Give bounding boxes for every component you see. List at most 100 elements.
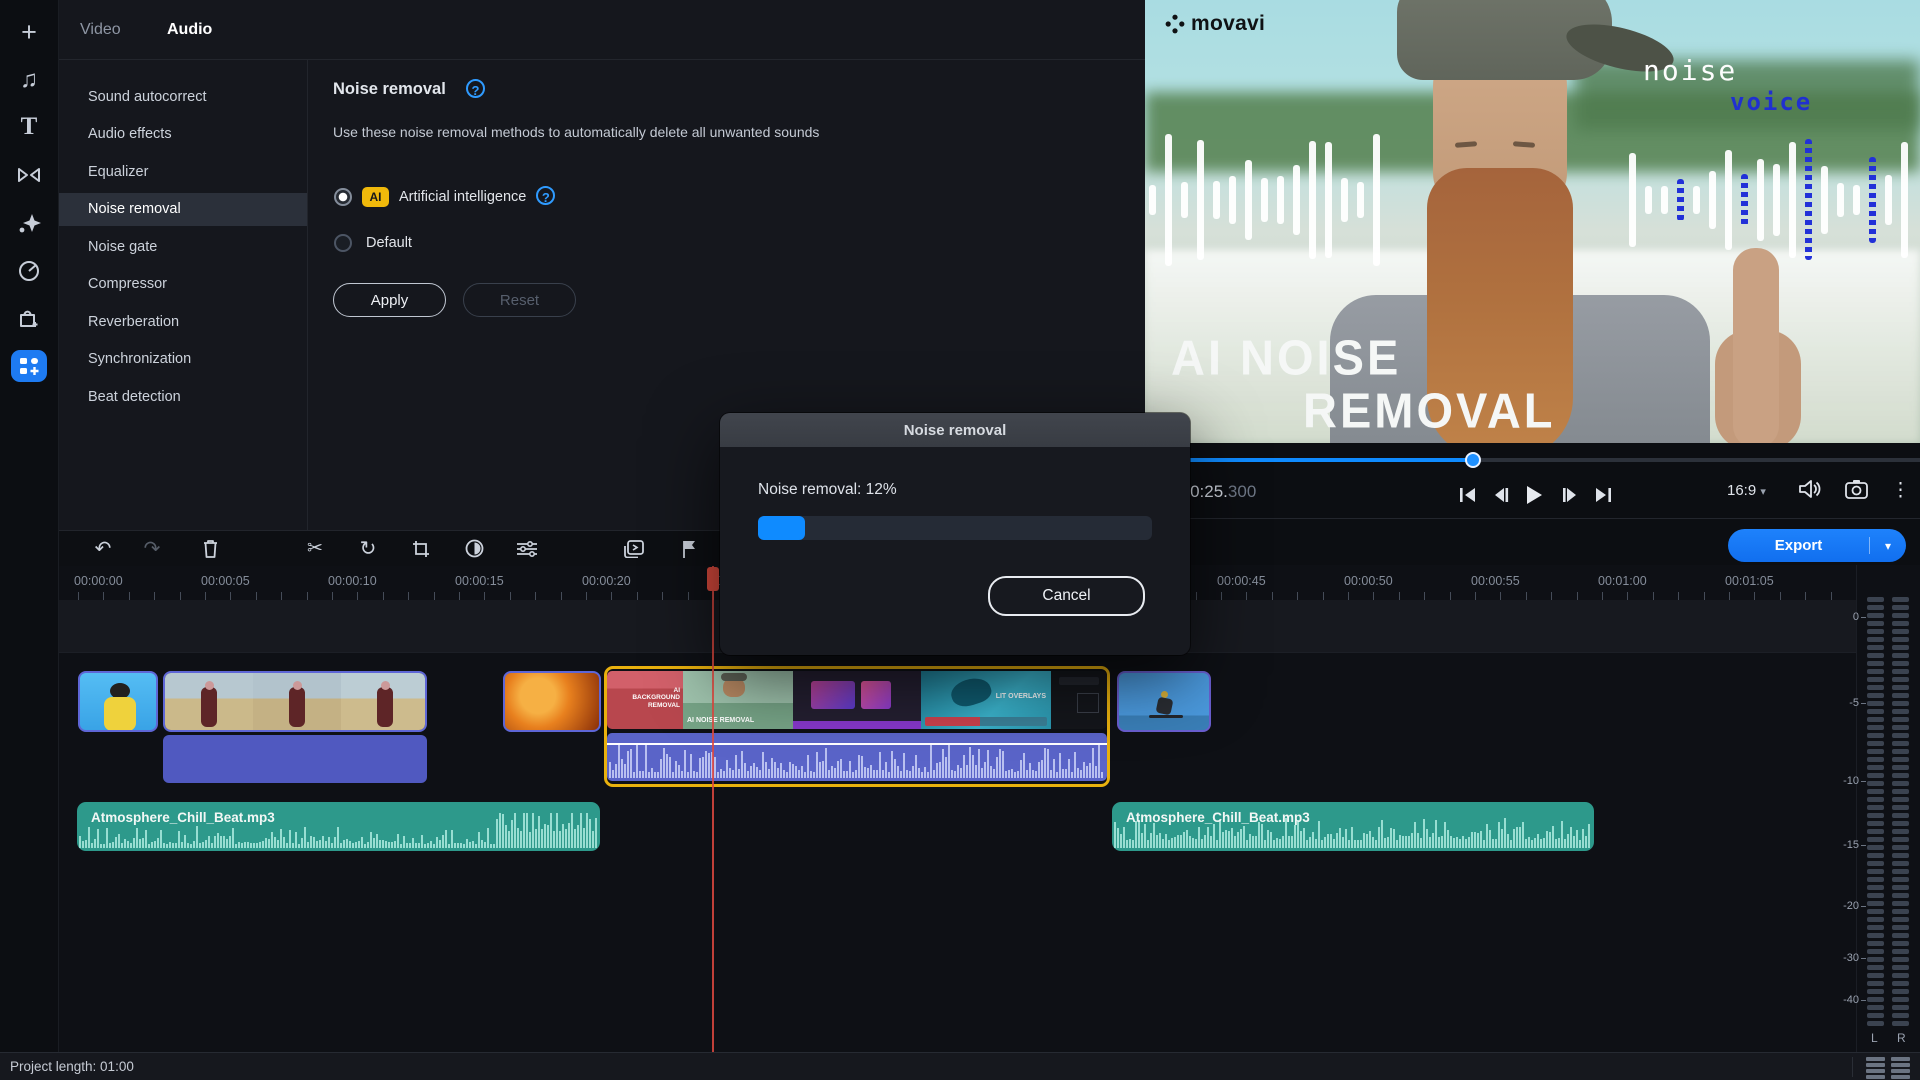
ruler-tick	[1653, 592, 1654, 600]
audio-clip-2[interactable]: Atmosphere_Chill_Beat.mp3	[1112, 802, 1594, 851]
help-icon[interactable]: ?	[466, 79, 485, 100]
export-chevron-icon[interactable]: ▾	[1870, 539, 1906, 553]
noise-removal-description: Use these noise removal methods to autom…	[333, 124, 819, 140]
meter-toggle-icon[interactable]	[1866, 1057, 1910, 1078]
rotate-icon[interactable]: ↻	[351, 531, 385, 566]
playhead-line[interactable]	[712, 565, 714, 1052]
ai-badge: AI	[362, 187, 389, 207]
ruler-tick	[637, 592, 638, 600]
video-clip-2-audio[interactable]	[163, 735, 427, 783]
menu-item-sound-autocorrect[interactable]: Sound autocorrect	[58, 80, 307, 113]
apply-button[interactable]: Apply	[333, 283, 446, 317]
aspect-ratio-select[interactable]: 16:9 ▾	[1727, 482, 1766, 499]
menu-item-noise-removal[interactable]: Noise removal	[58, 193, 307, 226]
filters-sliders-icon[interactable]	[510, 531, 544, 566]
next-frame-button[interactable]	[1557, 482, 1583, 508]
menu-item-synchronization[interactable]: Synchronization	[58, 343, 307, 376]
help-icon-ai[interactable]: ?	[536, 186, 555, 207]
effects-icon[interactable]	[0, 203, 58, 243]
menu-item-compressor[interactable]: Compressor	[58, 268, 307, 301]
left-rail: + ♫ T	[0, 0, 59, 1080]
video-clip-5[interactable]	[1117, 671, 1211, 732]
color-adjustments-icon[interactable]	[457, 531, 491, 566]
radio-ai-label: Artificial intelligence	[399, 189, 526, 205]
radio-row-default[interactable]: Default	[334, 234, 412, 252]
app-window: + ♫ T Video Audio Sound autocorrect Audio…	[0, 0, 1920, 1080]
tab-video[interactable]: Video	[80, 0, 121, 59]
ruler-tick	[129, 592, 130, 600]
redo-icon[interactable]: ↷	[135, 531, 169, 566]
seek-bar[interactable]	[1145, 458, 1920, 462]
ruler-tick	[1704, 592, 1705, 600]
menu-item-equalizer[interactable]: Equalizer	[58, 155, 307, 188]
video-clip-2[interactable]	[163, 671, 427, 732]
ruler-tick	[1780, 592, 1781, 600]
skip-to-start-button[interactable]	[1455, 482, 1481, 508]
volume-icon[interactable]	[1797, 478, 1821, 500]
store-icon[interactable]	[0, 299, 58, 339]
ruler-tick	[1831, 592, 1832, 600]
panel-tabbar: Video Audio	[58, 0, 1145, 60]
ruler-tick	[78, 592, 79, 600]
split-scissors-icon[interactable]: ✂	[298, 531, 332, 566]
meter-db-label: -20	[1833, 900, 1859, 912]
radio-ai[interactable]	[334, 188, 352, 206]
menu-item-noise-gate[interactable]: Noise gate	[58, 230, 307, 263]
overlay-clip-icon[interactable]	[617, 531, 651, 566]
ruler-tick	[256, 592, 257, 600]
delete-icon[interactable]	[193, 531, 227, 566]
ruler-label: 00:01:00	[1598, 574, 1647, 588]
menu-item-beat-detection[interactable]: Beat detection	[58, 380, 307, 413]
video-caption-line1: AI NOISE	[1171, 329, 1401, 386]
menu-item-audio-effects[interactable]: Audio effects	[58, 118, 307, 151]
project-length-label: Project length: 01:00	[10, 1059, 134, 1074]
music-icon[interactable]: ♫	[0, 60, 58, 100]
video-clip-4-waveform	[607, 733, 1107, 781]
playhead-handle[interactable]	[707, 567, 719, 591]
dialog-progress-bar	[758, 516, 1152, 540]
video-clip-4-selected[interactable]: AI BACKGROUND REMOVAL AI NOISE REMOVAL L…	[604, 666, 1110, 787]
undo-icon[interactable]: ↶	[86, 531, 120, 566]
divider	[1145, 518, 1920, 519]
cancel-button[interactable]: Cancel	[988, 576, 1145, 616]
radio-row-ai[interactable]: AI Artificial intelligence ?	[334, 186, 555, 207]
video-clip-3[interactable]	[503, 671, 601, 732]
reset-button[interactable]: Reset	[463, 283, 576, 317]
ruler-tick	[1475, 592, 1476, 600]
video-frame[interactable]: movavi noise voice AI NOISE REMOVAL	[1145, 0, 1920, 443]
meter-db-label: -10	[1833, 775, 1859, 787]
ruler-tick	[332, 592, 333, 600]
status-bar: Project length: 01:00	[0, 1052, 1920, 1080]
radio-default[interactable]	[334, 234, 352, 252]
ruler-tick	[1348, 592, 1349, 600]
apps-grid-button[interactable]	[11, 350, 47, 382]
seek-knob[interactable]	[1465, 452, 1481, 468]
previous-frame-button[interactable]	[1488, 482, 1514, 508]
transitions-icon[interactable]	[0, 155, 58, 195]
import-add-icon[interactable]: +	[0, 12, 58, 52]
tab-audio[interactable]: Audio	[167, 0, 212, 59]
duration-icon[interactable]	[0, 251, 58, 291]
ruler-tick	[1754, 592, 1755, 600]
ruler-tick	[611, 592, 612, 600]
more-options-icon[interactable]: ⋮	[1891, 479, 1910, 502]
dialog-title: Noise removal	[720, 413, 1190, 447]
ruler-tick	[1450, 592, 1451, 600]
ruler-tick	[1323, 592, 1324, 600]
skip-to-end-button[interactable]	[1590, 482, 1616, 508]
menu-item-reverberation[interactable]: Reverberation	[58, 305, 307, 338]
audio-clip-1[interactable]: Atmosphere_Chill_Beat.mp3	[77, 802, 600, 851]
meter-db-label: -5	[1833, 697, 1859, 709]
ruler-tick	[1602, 592, 1603, 600]
ruler-tick	[1297, 592, 1298, 600]
snapshot-camera-icon[interactable]	[1845, 479, 1868, 499]
crop-icon[interactable]	[404, 531, 438, 566]
play-button[interactable]	[1521, 482, 1547, 508]
ruler-label: 00:00:55	[1471, 574, 1520, 588]
ruler-label: 00:00:05	[201, 574, 250, 588]
video-clip-1[interactable]	[78, 671, 158, 732]
ruler-tick	[307, 592, 308, 600]
export-button[interactable]: Export ▾	[1728, 529, 1906, 562]
marker-flag-icon[interactable]	[672, 531, 706, 566]
titles-icon[interactable]: T	[0, 107, 58, 147]
